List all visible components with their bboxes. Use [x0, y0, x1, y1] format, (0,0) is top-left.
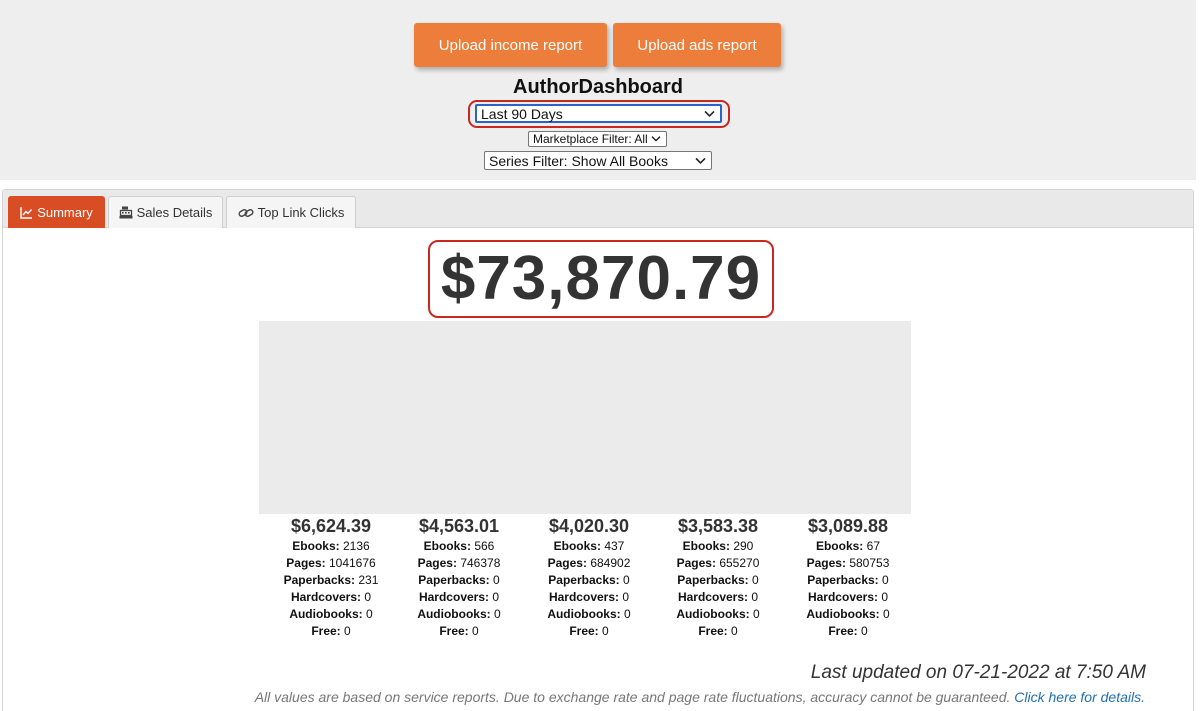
- series-filter-select[interactable]: Series Filter: Show All Books: [484, 151, 712, 170]
- link-icon: [238, 207, 254, 219]
- free-count: Free: 0: [569, 624, 609, 638]
- pages-count: Pages: 746378: [417, 556, 501, 570]
- book-earnings: $3,089.88: [807, 516, 889, 536]
- tab-top-link-clicks[interactable]: Top Link Clicks: [226, 196, 356, 228]
- book-earnings: $4,020.30: [548, 516, 630, 536]
- chevron-down-icon: [695, 151, 706, 167]
- hardcovers-count: Hardcovers: 0: [290, 590, 372, 604]
- book-earnings: $6,624.39: [290, 516, 372, 536]
- book-earnings: $4,563.01: [418, 516, 500, 536]
- paperbacks-count: Paperbacks: 0: [807, 573, 889, 587]
- period-select[interactable]: Last 90 Days: [475, 104, 722, 123]
- upload-ads-report-button[interactable]: Upload ads report: [613, 23, 781, 67]
- last-updated-text: Last updated on 07-21-2022 at 7:50 AM: [810, 662, 1146, 683]
- total-earnings-highlight: $73,870.79: [428, 240, 774, 318]
- audiobooks-count: Audiobooks: 0: [806, 607, 890, 621]
- ebooks-count: Ebooks: 566: [423, 539, 495, 553]
- paperbacks-count: Paperbacks: 0: [418, 573, 500, 587]
- book-breakdown-1: $6,624.39 Ebooks: 2136 Pages: 1041676 Pa…: [266, 516, 396, 640]
- tab-top-link-clicks-label: Top Link Clicks: [257, 205, 345, 220]
- book-earnings: $3,583.38: [677, 516, 759, 536]
- series-filter-value: Series Filter: Show All Books: [489, 152, 668, 169]
- paperbacks-count: Paperbacks: 231: [283, 573, 379, 587]
- tab-sales-details-label: Sales Details: [136, 205, 213, 220]
- paperbacks-count: Paperbacks: 0: [548, 573, 630, 587]
- ebooks-count: Ebooks: 437: [553, 539, 625, 553]
- free-count: Free: 0: [439, 624, 479, 638]
- book-breakdown-3: $4,020.30 Ebooks: 437 Pages: 684902 Pape…: [524, 516, 654, 640]
- hardcovers-count: Hardcovers: 0: [677, 590, 759, 604]
- cash-register-icon: [119, 206, 133, 219]
- tab-bar: Summary Sales Details Top Link Clicks: [3, 190, 1193, 228]
- tab-sales-details[interactable]: Sales Details: [108, 196, 223, 228]
- tab-summary[interactable]: Summary: [8, 196, 105, 228]
- tab-summary-label: Summary: [37, 205, 93, 220]
- pages-count: Pages: 580753: [806, 556, 890, 570]
- upload-income-report-button[interactable]: Upload income report: [414, 23, 607, 67]
- free-count: Free: 0: [311, 624, 351, 638]
- period-select-value: Last 90 Days: [481, 105, 563, 122]
- hardcovers-count: Hardcovers: 0: [548, 590, 630, 604]
- hardcovers-count: Hardcovers: 0: [418, 590, 500, 604]
- page-title: AuthorDashboard: [513, 76, 683, 98]
- details-link[interactable]: Click here for details.: [1014, 689, 1145, 705]
- paperbacks-count: Paperbacks: 0: [677, 573, 759, 587]
- ebooks-count: Ebooks: 290: [682, 539, 754, 553]
- chevron-down-icon: [704, 104, 715, 120]
- audiobooks-count: Audiobooks: 0: [547, 607, 631, 621]
- disclaimer-text: All values are based on service reports.…: [255, 689, 1145, 705]
- book-breakdown-5: $3,089.88 Ebooks: 67 Pages: 580753 Paper…: [783, 516, 913, 640]
- total-earnings-value: $73,870.79: [440, 244, 762, 313]
- chart-placeholder: [259, 321, 911, 514]
- free-count: Free: 0: [698, 624, 738, 638]
- disclaimer-message: All values are based on service reports.…: [254, 689, 1011, 705]
- pages-count: Pages: 1041676: [286, 556, 376, 570]
- marketplace-filter-select[interactable]: Marketplace Filter: All: [528, 131, 667, 147]
- ebooks-count: Ebooks: 67: [815, 539, 881, 553]
- marketplace-filter-value: Marketplace Filter: All: [533, 132, 648, 146]
- audiobooks-count: Audiobooks: 0: [417, 607, 501, 621]
- chart-line-icon: [20, 206, 33, 219]
- audiobooks-count: Audiobooks: 0: [676, 607, 760, 621]
- pages-count: Pages: 684902: [547, 556, 631, 570]
- audiobooks-count: Audiobooks: 0: [289, 607, 373, 621]
- hardcovers-count: Hardcovers: 0: [807, 590, 889, 604]
- free-count: Free: 0: [828, 624, 868, 638]
- book-breakdown-2: $4,563.01 Ebooks: 566 Pages: 746378 Pape…: [394, 516, 524, 640]
- book-breakdown-4: $3,583.38 Ebooks: 290 Pages: 655270 Pape…: [653, 516, 783, 640]
- chevron-down-icon: [651, 131, 661, 145]
- ebooks-count: Ebooks: 2136: [292, 539, 370, 553]
- pages-count: Pages: 655270: [676, 556, 760, 570]
